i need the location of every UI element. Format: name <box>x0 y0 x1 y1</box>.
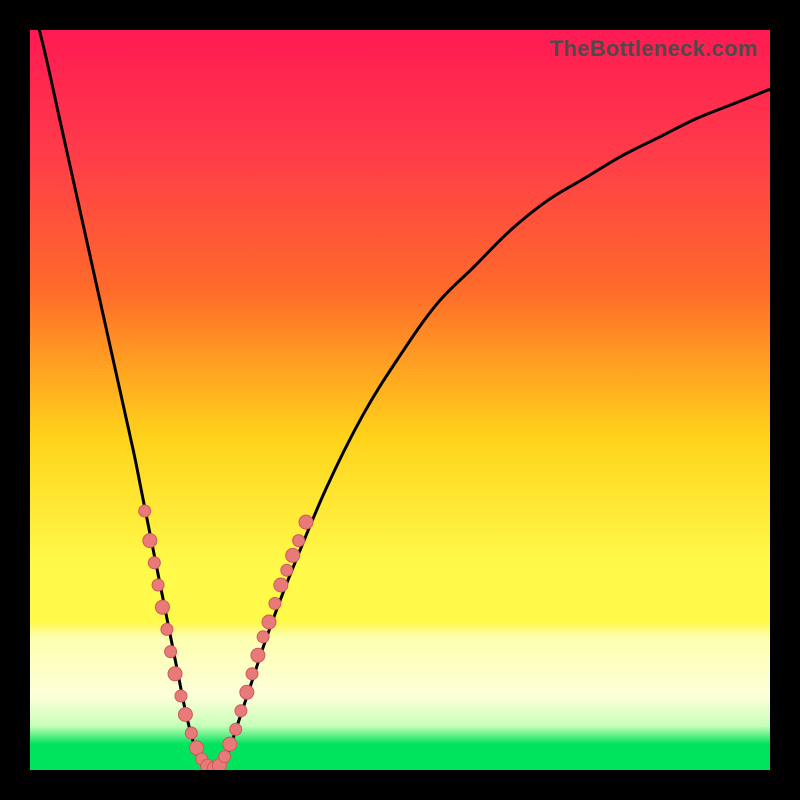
data-point <box>148 557 160 569</box>
data-point <box>281 564 293 576</box>
data-point <box>246 668 258 680</box>
data-point <box>262 615 276 629</box>
bottleneck-curve <box>30 30 770 770</box>
data-point <box>235 705 247 717</box>
data-point <box>185 727 197 739</box>
data-point <box>286 548 300 562</box>
data-point <box>178 708 192 722</box>
data-point <box>299 515 313 529</box>
watermark-text: TheBottleneck.com <box>550 36 758 62</box>
data-point <box>155 600 169 614</box>
data-point <box>240 685 254 699</box>
data-point <box>168 667 182 681</box>
data-point <box>175 690 187 702</box>
data-point <box>274 578 288 592</box>
data-point <box>269 598 281 610</box>
data-point <box>161 623 173 635</box>
data-point <box>139 505 151 517</box>
data-point-cluster <box>139 505 313 770</box>
data-point <box>230 723 242 735</box>
data-point <box>257 631 269 643</box>
data-point <box>152 579 164 591</box>
data-point <box>223 737 237 751</box>
data-point <box>251 648 265 662</box>
data-point <box>143 534 157 548</box>
data-point <box>165 646 177 658</box>
data-point <box>293 535 305 547</box>
curve-layer <box>30 30 770 770</box>
plot-area: TheBottleneck.com <box>30 30 770 770</box>
data-point <box>219 751 231 763</box>
chart-frame: TheBottleneck.com <box>0 0 800 800</box>
